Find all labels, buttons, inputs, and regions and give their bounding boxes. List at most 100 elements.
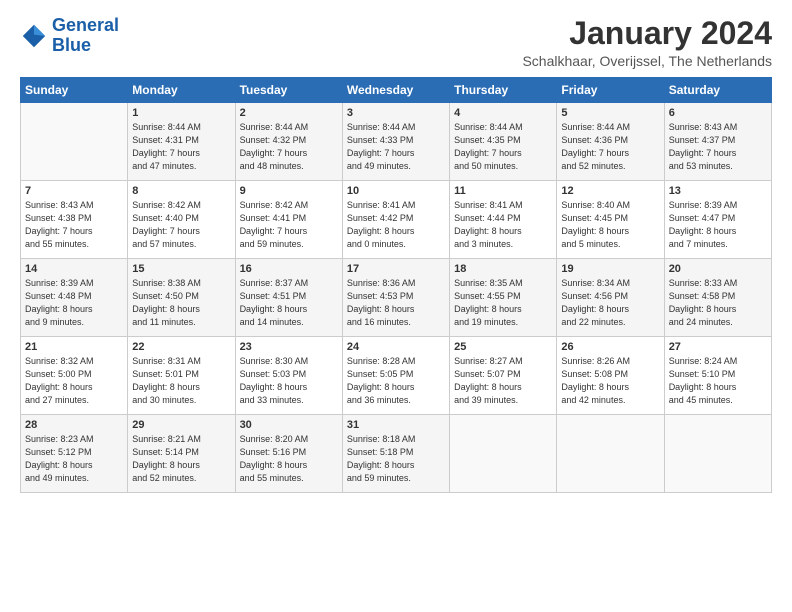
day-cell: 8 Sunrise: 8:42 AM Sunset: 4:40 PM Daylig…: [128, 181, 235, 259]
day-cell: [21, 103, 128, 181]
day-number: 17: [347, 263, 445, 275]
day-info: Sunrise: 8:43 AM Sunset: 4:37 PM Dayligh…: [669, 121, 767, 173]
col-header-sunday: Sunday: [21, 78, 128, 103]
day-info: Sunrise: 8:44 AM Sunset: 4:32 PM Dayligh…: [240, 121, 338, 173]
day-cell: 17 Sunrise: 8:36 AM Sunset: 4:53 PM Dayli…: [342, 259, 449, 337]
day-info: Sunrise: 8:33 AM Sunset: 4:58 PM Dayligh…: [669, 277, 767, 329]
day-cell: 23Sunrise: 8:30 AM Sunset: 5:03 PM Dayli…: [235, 337, 342, 415]
day-info: Sunrise: 8:18 AM Sunset: 5:18 PM Dayligh…: [347, 433, 445, 485]
day-info: Sunrise: 8:44 AM Sunset: 4:33 PM Dayligh…: [347, 121, 445, 173]
subtitle: Schalkhaar, Overijssel, The Netherlands: [522, 53, 772, 69]
day-cell: 29Sunrise: 8:21 AM Sunset: 5:14 PM Dayli…: [128, 415, 235, 493]
day-info: Sunrise: 8:26 AM Sunset: 5:08 PM Dayligh…: [561, 355, 659, 407]
day-info: Sunrise: 8:31 AM Sunset: 5:01 PM Dayligh…: [132, 355, 230, 407]
day-cell: 11 Sunrise: 8:41 AM Sunset: 4:44 PM Dayli…: [450, 181, 557, 259]
col-header-monday: Monday: [128, 78, 235, 103]
logo-blue: Blue: [52, 36, 119, 56]
calendar-table: SundayMondayTuesdayWednesdayThursdayFrid…: [20, 77, 772, 493]
day-info: Sunrise: 8:36 AM Sunset: 4:53 PM Dayligh…: [347, 277, 445, 329]
day-number: 10: [347, 185, 445, 197]
day-cell: 28Sunrise: 8:23 AM Sunset: 5:12 PM Dayli…: [21, 415, 128, 493]
day-number: 15: [132, 263, 230, 275]
day-number: 2: [240, 107, 338, 119]
day-info: Sunrise: 8:32 AM Sunset: 5:00 PM Dayligh…: [25, 355, 123, 407]
day-cell: 15 Sunrise: 8:38 AM Sunset: 4:50 PM Dayli…: [128, 259, 235, 337]
day-info: Sunrise: 8:34 AM Sunset: 4:56 PM Dayligh…: [561, 277, 659, 329]
week-row-0: 1 Sunrise: 8:44 AM Sunset: 4:31 PM Daylig…: [21, 103, 772, 181]
day-cell: 25 Sunrise: 8:27 AM Sunset: 5:07 PM Dayli…: [450, 337, 557, 415]
day-number: 27: [669, 341, 767, 353]
day-cell: 22Sunrise: 8:31 AM Sunset: 5:01 PM Dayli…: [128, 337, 235, 415]
day-cell: 19 Sunrise: 8:34 AM Sunset: 4:56 PM Dayli…: [557, 259, 664, 337]
col-header-saturday: Saturday: [664, 78, 771, 103]
header: General Blue January 2024 Schalkhaar, Ov…: [20, 16, 772, 69]
week-row-1: 7 Sunrise: 8:43 AM Sunset: 4:38 PM Daylig…: [21, 181, 772, 259]
day-number: 13: [669, 185, 767, 197]
logo-icon: [20, 22, 48, 50]
day-cell: 18Sunrise: 8:35 AM Sunset: 4:55 PM Dayli…: [450, 259, 557, 337]
day-cell: 16 Sunrise: 8:37 AM Sunset: 4:51 PM Dayli…: [235, 259, 342, 337]
day-cell: 13 Sunrise: 8:39 AM Sunset: 4:47 PM Dayli…: [664, 181, 771, 259]
day-cell: 20 Sunrise: 8:33 AM Sunset: 4:58 PM Dayli…: [664, 259, 771, 337]
page: General Blue January 2024 Schalkhaar, Ov…: [0, 0, 792, 612]
day-info: Sunrise: 8:27 AM Sunset: 5:07 PM Dayligh…: [454, 355, 552, 407]
week-row-4: 28Sunrise: 8:23 AM Sunset: 5:12 PM Dayli…: [21, 415, 772, 493]
day-info: Sunrise: 8:35 AM Sunset: 4:55 PM Dayligh…: [454, 277, 552, 329]
day-number: 12: [561, 185, 659, 197]
header-row: SundayMondayTuesdayWednesdayThursdayFrid…: [21, 78, 772, 103]
day-info: Sunrise: 8:38 AM Sunset: 4:50 PM Dayligh…: [132, 277, 230, 329]
day-info: Sunrise: 8:37 AM Sunset: 4:51 PM Dayligh…: [240, 277, 338, 329]
day-info: Sunrise: 8:42 AM Sunset: 4:41 PM Dayligh…: [240, 199, 338, 251]
day-info: Sunrise: 8:44 AM Sunset: 4:36 PM Dayligh…: [561, 121, 659, 173]
day-number: 8: [132, 185, 230, 197]
day-info: Sunrise: 8:44 AM Sunset: 4:31 PM Dayligh…: [132, 121, 230, 173]
day-number: 14: [25, 263, 123, 275]
logo: General Blue: [20, 16, 119, 56]
week-row-3: 21 Sunrise: 8:32 AM Sunset: 5:00 PM Dayli…: [21, 337, 772, 415]
day-number: 7: [25, 185, 123, 197]
day-cell: 5 Sunrise: 8:44 AM Sunset: 4:36 PM Daylig…: [557, 103, 664, 181]
day-cell: 12 Sunrise: 8:40 AM Sunset: 4:45 PM Dayli…: [557, 181, 664, 259]
day-cell: 1 Sunrise: 8:44 AM Sunset: 4:31 PM Daylig…: [128, 103, 235, 181]
day-cell: 24 Sunrise: 8:28 AM Sunset: 5:05 PM Dayli…: [342, 337, 449, 415]
day-number: 9: [240, 185, 338, 197]
day-number: 20: [669, 263, 767, 275]
day-info: Sunrise: 8:39 AM Sunset: 4:47 PM Dayligh…: [669, 199, 767, 251]
col-header-thursday: Thursday: [450, 78, 557, 103]
day-cell: 30Sunrise: 8:20 AM Sunset: 5:16 PM Dayli…: [235, 415, 342, 493]
day-info: Sunrise: 8:43 AM Sunset: 4:38 PM Dayligh…: [25, 199, 123, 251]
day-cell: 26 Sunrise: 8:26 AM Sunset: 5:08 PM Dayli…: [557, 337, 664, 415]
day-number: 21: [25, 341, 123, 353]
day-info: Sunrise: 8:24 AM Sunset: 5:10 PM Dayligh…: [669, 355, 767, 407]
day-number: 1: [132, 107, 230, 119]
day-cell: 3 Sunrise: 8:44 AM Sunset: 4:33 PM Daylig…: [342, 103, 449, 181]
day-cell: 7 Sunrise: 8:43 AM Sunset: 4:38 PM Daylig…: [21, 181, 128, 259]
day-number: 19: [561, 263, 659, 275]
day-number: 26: [561, 341, 659, 353]
title-block: January 2024 Schalkhaar, Overijssel, The…: [522, 16, 772, 69]
day-info: Sunrise: 8:41 AM Sunset: 4:44 PM Dayligh…: [454, 199, 552, 251]
day-info: Sunrise: 8:28 AM Sunset: 5:05 PM Dayligh…: [347, 355, 445, 407]
day-info: Sunrise: 8:21 AM Sunset: 5:14 PM Dayligh…: [132, 433, 230, 485]
day-info: Sunrise: 8:42 AM Sunset: 4:40 PM Dayligh…: [132, 199, 230, 251]
day-number: 25: [454, 341, 552, 353]
day-number: 24: [347, 341, 445, 353]
day-cell: [557, 415, 664, 493]
logo-general: General: [52, 15, 119, 35]
day-info: Sunrise: 8:30 AM Sunset: 5:03 PM Dayligh…: [240, 355, 338, 407]
day-cell: 9 Sunrise: 8:42 AM Sunset: 4:41 PM Daylig…: [235, 181, 342, 259]
day-cell: 2 Sunrise: 8:44 AM Sunset: 4:32 PM Daylig…: [235, 103, 342, 181]
day-number: 3: [347, 107, 445, 119]
day-cell: 10 Sunrise: 8:41 AM Sunset: 4:42 PM Dayli…: [342, 181, 449, 259]
day-number: 31: [347, 419, 445, 431]
day-cell: [664, 415, 771, 493]
day-number: 11: [454, 185, 552, 197]
day-number: 16: [240, 263, 338, 275]
day-number: 28: [25, 419, 123, 431]
day-cell: 4Sunrise: 8:44 AM Sunset: 4:35 PM Daylig…: [450, 103, 557, 181]
day-info: Sunrise: 8:40 AM Sunset: 4:45 PM Dayligh…: [561, 199, 659, 251]
day-number: 30: [240, 419, 338, 431]
logo-text: General Blue: [52, 16, 119, 56]
day-info: Sunrise: 8:41 AM Sunset: 4:42 PM Dayligh…: [347, 199, 445, 251]
day-number: 5: [561, 107, 659, 119]
